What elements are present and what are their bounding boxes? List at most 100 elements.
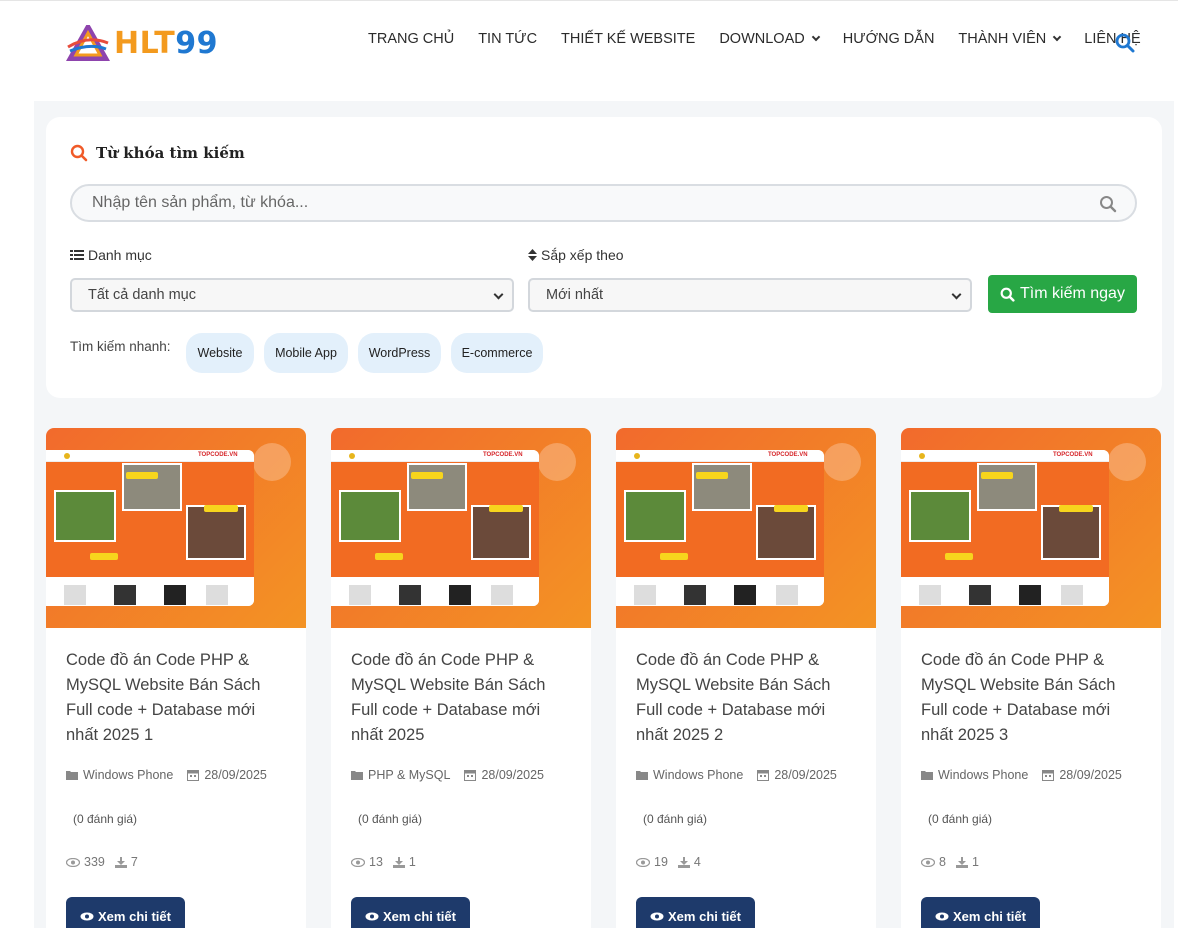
- product-stats: 339 7: [66, 855, 148, 869]
- view-detail-button[interactable]: Xem chi tiết: [351, 897, 470, 928]
- calendar-icon: [1042, 770, 1055, 781]
- product-thumbnail[interactable]: TOPCODE.VN: [331, 428, 591, 628]
- eye-icon: [650, 912, 664, 920]
- product-category[interactable]: Windows Phone: [636, 768, 743, 782]
- calendar-icon: [187, 770, 200, 781]
- product-card: TOPCODE.VN Code đồ án Code PHP & MySQL W…: [46, 428, 306, 928]
- folder-icon: [636, 771, 648, 780]
- thumbnail-brand: TOPCODE.VN: [483, 452, 523, 458]
- download-icon: [955, 856, 968, 868]
- sort-label: Sắp xếp theo: [528, 247, 624, 263]
- search-icon[interactable]: [1099, 195, 1117, 213]
- category-select[interactable]: Tất cả danh mục: [70, 278, 514, 312]
- thumbnail-decoration: [253, 443, 291, 481]
- folder-icon: [921, 771, 933, 780]
- website-screenshot: TOPCODE.VN: [616, 450, 824, 606]
- thumbnail-brand: TOPCODE.VN: [198, 452, 238, 458]
- thumbnail-decoration: [1108, 443, 1146, 481]
- search-icon[interactable]: [1115, 33, 1135, 53]
- chevron-down-icon: [951, 289, 962, 300]
- folder-icon: [351, 771, 363, 780]
- folder-icon: [66, 771, 78, 780]
- view-count: 339: [66, 855, 105, 869]
- eye-icon: [80, 912, 94, 920]
- chevron-down-icon: [811, 32, 820, 42]
- chevron-down-icon: [1053, 32, 1062, 42]
- nav-item-news[interactable]: TIN TỨC: [478, 31, 537, 47]
- download-count: 1: [955, 855, 979, 869]
- product-thumbnail[interactable]: TOPCODE.VN: [616, 428, 876, 628]
- website-screenshot: TOPCODE.VN: [331, 450, 539, 606]
- product-title[interactable]: Code đồ án Code PHP & MySQL Website Bán …: [351, 648, 576, 748]
- search-icon: [1000, 287, 1015, 302]
- product-date: 28/09/2025: [1042, 768, 1122, 782]
- chevron-down-icon: [493, 289, 504, 300]
- product-meta: Windows Phone 28/09/2025: [66, 768, 281, 782]
- view-detail-button[interactable]: Xem chi tiết: [66, 897, 185, 928]
- nav-item-home[interactable]: TRANG CHỦ: [368, 31, 454, 47]
- keyword-search-box[interactable]: [70, 184, 1137, 222]
- product-title[interactable]: Code đồ án Code PHP & MySQL Website Bán …: [636, 648, 861, 748]
- product-date: 28/09/2025: [464, 768, 544, 782]
- download-icon: [114, 856, 127, 868]
- eye-icon: [365, 912, 379, 920]
- quick-chip-ecommerce[interactable]: E-commerce: [451, 333, 543, 373]
- download-icon: [392, 856, 405, 868]
- eye-icon: [921, 857, 935, 867]
- product-category[interactable]: PHP & MySQL: [351, 768, 450, 782]
- product-card: TOPCODE.VN Code đồ án Code PHP & MySQL W…: [331, 428, 591, 928]
- search-submit-button[interactable]: Tìm kiếm ngay: [988, 275, 1137, 313]
- quick-chip-wordpress[interactable]: WordPress: [358, 333, 441, 373]
- sort-select[interactable]: Mới nhất: [528, 278, 972, 312]
- site-logo[interactable]: HLT99: [66, 23, 218, 63]
- view-count: 19: [636, 855, 668, 869]
- product-stats: 19 4: [636, 855, 711, 869]
- view-detail-button[interactable]: Xem chi tiết: [921, 897, 1040, 928]
- product-card: TOPCODE.VN Code đồ án Code PHP & MySQL W…: [616, 428, 876, 928]
- search-icon: [70, 144, 88, 162]
- eye-icon: [935, 912, 949, 920]
- view-count: 13: [351, 855, 383, 869]
- site-header: HLT99 TRANG CHỦ TIN TỨC THIẾT KẾ WEBSITE…: [0, 3, 1178, 81]
- eye-icon: [351, 857, 365, 867]
- eye-icon: [66, 857, 80, 867]
- product-thumbnail[interactable]: TOPCODE.VN: [46, 428, 306, 628]
- product-category[interactable]: Windows Phone: [921, 768, 1028, 782]
- view-detail-button[interactable]: Xem chi tiết: [636, 897, 755, 928]
- quick-chip-mobile-app[interactable]: Mobile App: [264, 333, 348, 373]
- product-meta: Windows Phone 28/09/2025: [636, 768, 851, 782]
- download-icon: [677, 856, 690, 868]
- product-title[interactable]: Code đồ án Code PHP & MySQL Website Bán …: [921, 648, 1146, 748]
- logo-icon: [66, 25, 110, 61]
- product-meta: Windows Phone 28/09/2025: [921, 768, 1136, 782]
- product-category[interactable]: Windows Phone: [66, 768, 173, 782]
- keyword-input[interactable]: [92, 186, 1072, 220]
- website-screenshot: TOPCODE.VN: [901, 450, 1109, 606]
- nav-item-web-design[interactable]: THIẾT KẾ WEBSITE: [561, 31, 695, 47]
- download-count: 4: [677, 855, 701, 869]
- product-rating: (0 đánh giá): [73, 812, 138, 826]
- sort-icon: [528, 249, 537, 261]
- search-panel: Từ khóa tìm kiếm Danh mục Tất cả danh mụ…: [46, 117, 1162, 398]
- product-rating: (0 đánh giá): [358, 812, 423, 826]
- nav-item-members[interactable]: THÀNH VIÊN: [958, 31, 1062, 47]
- thumbnail-brand: TOPCODE.VN: [768, 452, 808, 458]
- product-stats: 13 1: [351, 855, 426, 869]
- quick-search-label: Tìm kiếm nhanh:: [70, 339, 171, 354]
- search-panel-title: Từ khóa tìm kiếm: [70, 144, 245, 162]
- logo-text: HLT99: [114, 25, 218, 61]
- eye-icon: [636, 857, 650, 867]
- nav-item-guide[interactable]: HƯỚNG DẪN: [843, 31, 935, 47]
- quick-chip-website[interactable]: Website: [186, 333, 254, 373]
- product-meta: PHP & MySQL 28/09/2025: [351, 768, 558, 782]
- product-date: 28/09/2025: [757, 768, 837, 782]
- nav-item-download[interactable]: DOWNLOAD: [719, 31, 820, 47]
- product-thumbnail[interactable]: TOPCODE.VN: [901, 428, 1161, 628]
- thumbnail-decoration: [538, 443, 576, 481]
- product-title[interactable]: Code đồ án Code PHP & MySQL Website Bán …: [66, 648, 291, 748]
- thumbnail-decoration: [823, 443, 861, 481]
- download-count: 7: [114, 855, 138, 869]
- thumbnail-brand: TOPCODE.VN: [1053, 452, 1093, 458]
- product-rating: (0 đánh giá): [643, 812, 708, 826]
- search-title-text: Từ khóa tìm kiếm: [96, 144, 245, 162]
